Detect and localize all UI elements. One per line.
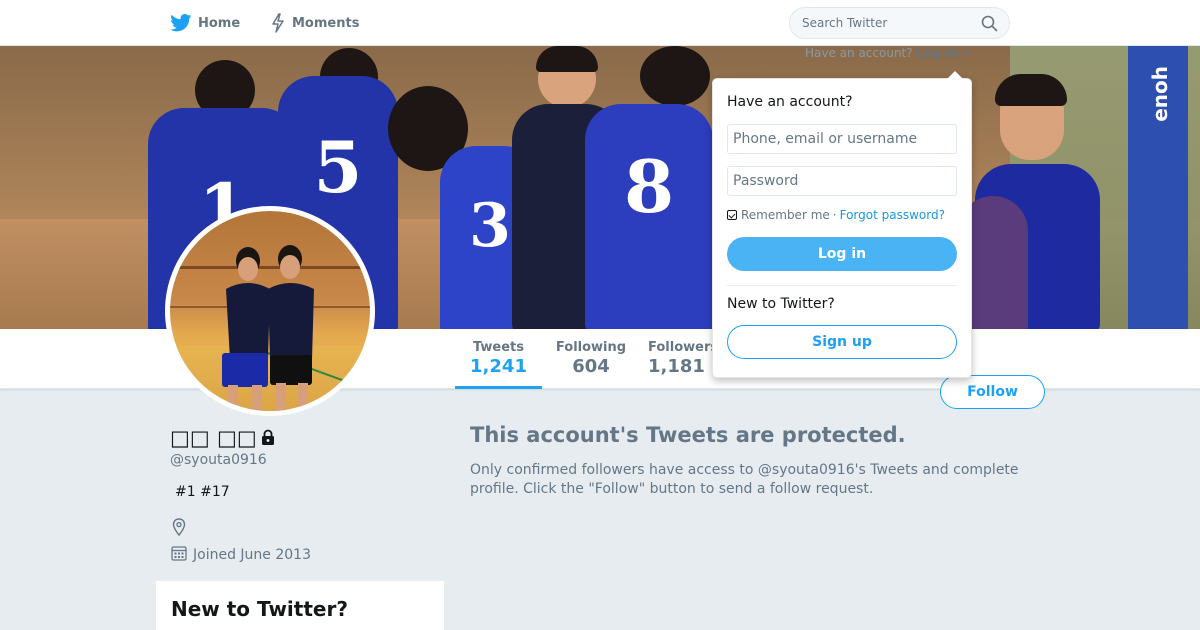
magnifier-icon[interactable] [981, 15, 998, 36]
stat-following[interactable]: Following 604 [555, 340, 627, 377]
calendar-icon [171, 545, 187, 565]
location-pin-icon [171, 518, 187, 540]
remember-me-label[interactable]: Remember me [741, 208, 830, 222]
follow-button[interactable]: Follow [940, 375, 1045, 409]
login-button[interactable]: Log in [727, 237, 957, 271]
avatar-people [222, 245, 314, 411]
banner-player-hair [536, 46, 598, 72]
profile-name: □□ □□ [170, 426, 275, 450]
banner-jersey-number: 5 [313, 126, 363, 209]
lock-icon [261, 426, 275, 450]
remember-separator: · [832, 208, 837, 222]
banner-pole-text: enoh [1148, 66, 1172, 122]
username-field[interactable] [727, 124, 957, 154]
nav-home-label: Home [198, 15, 241, 31]
stat-tweets-label: Tweets [472, 340, 525, 355]
dropdown-divider [727, 285, 957, 286]
stat-following-value: 604 [572, 356, 610, 377]
avatar[interactable] [165, 206, 375, 416]
nav-moments-label: Moments [292, 15, 360, 31]
profile-joined: Joined June 2013 [171, 545, 311, 565]
dropdown-new-label: New to Twitter? [727, 296, 835, 312]
stat-tweets[interactable]: Tweets 1,241 [455, 340, 542, 389]
stat-tweets-value: 1,241 [470, 356, 527, 377]
search-input[interactable] [802, 8, 972, 38]
forgot-password-link[interactable]: Forgot password? [840, 208, 945, 222]
new-to-twitter-title: New to Twitter? [171, 597, 348, 621]
login-hint-prefix: Have an account? [805, 46, 913, 60]
caret-down-icon[interactable] [961, 51, 970, 55]
remember-me-checkbox[interactable] [727, 210, 737, 220]
banner-player-head [640, 46, 710, 106]
twitter-bird-icon [170, 14, 192, 32]
top-nav-bar: Home Moments [0, 0, 1200, 46]
remember-row: Remember me · Forgot password? [727, 208, 945, 222]
search-box [789, 7, 1010, 39]
protected-title: This account's Tweets are protected. [470, 423, 906, 447]
profile-handle[interactable]: @syouta0916 [170, 452, 267, 468]
login-dropdown-title: Have an account? [727, 94, 853, 110]
login-hint-link[interactable]: Log in [917, 46, 958, 60]
profile-joined-text: Joined June 2013 [193, 547, 311, 563]
protected-text: Only confirmed followers have access to … [470, 462, 1019, 497]
new-to-twitter-card: New to Twitter? [156, 581, 444, 630]
profile-name-text: □□ □□ [170, 426, 257, 450]
signup-button[interactable]: Sign up [727, 325, 957, 359]
banner-player: 8 [585, 104, 713, 329]
dropdown-arrow [947, 71, 963, 79]
login-dropdown: Have an account? Remember me · Forgot pa… [712, 71, 972, 378]
password-field[interactable] [727, 166, 957, 196]
stat-following-label: Following [555, 340, 627, 355]
nav-moments[interactable]: Moments [270, 12, 359, 34]
profile-bio: #1 #17 [175, 484, 230, 500]
banner-player-hair [995, 74, 1067, 106]
banner-jersey-number: 8 [623, 144, 675, 229]
nav-home[interactable]: Home [170, 12, 240, 34]
lightning-icon [270, 13, 286, 33]
login-hint: Have an account? Log in [805, 46, 970, 60]
